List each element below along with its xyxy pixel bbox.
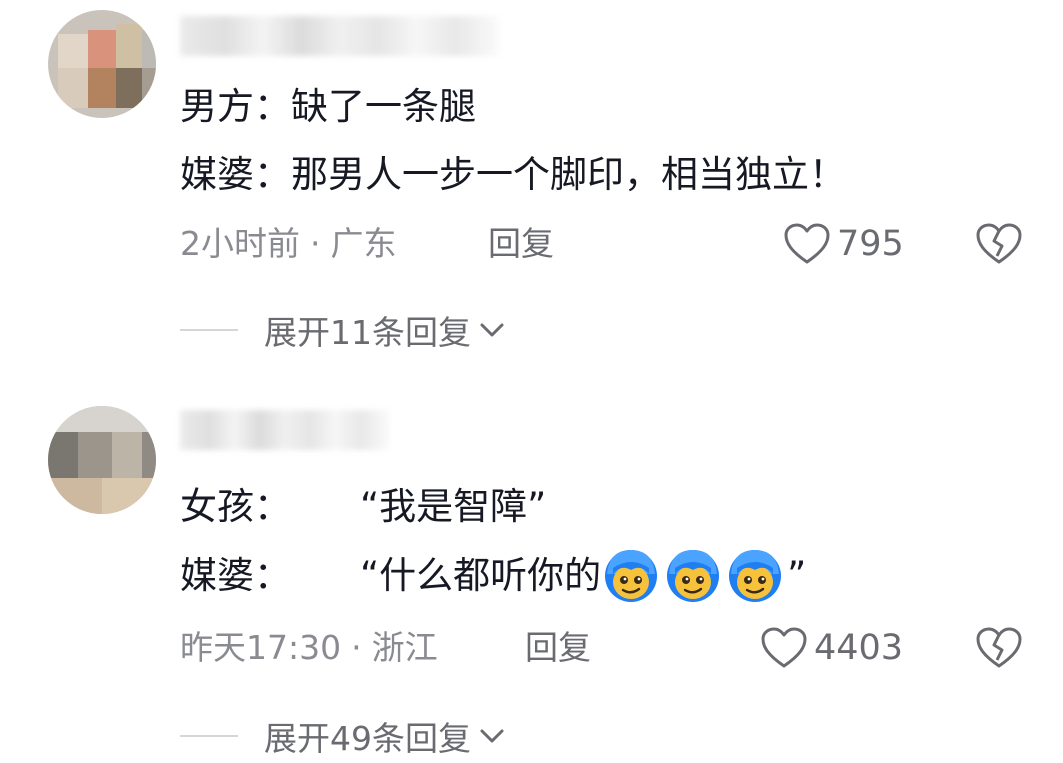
avatar[interactable] <box>48 406 156 514</box>
comment-item: 男方：缺了一条腿 媒婆：那男人一步一个脚印，相当独立！ 2小时前 · 广东 回复 7… <box>0 0 1063 380</box>
location: 广东 <box>330 224 397 263</box>
speaker-label: 媒婆： <box>180 153 291 196</box>
meta-separator: · <box>310 224 321 263</box>
like-count: 795 <box>837 224 904 264</box>
like-button[interactable]: 4403 <box>760 626 903 670</box>
speaker-label: 女孩： <box>180 485 291 528</box>
meta-separator: · <box>351 628 362 667</box>
comment-item: 女孩： “我是智障” 媒婆： “什么都听你的 ” 昨天17:30 · 浙江 回复 4403… <box>0 390 1063 763</box>
speaker-label: 男方： <box>180 85 291 128</box>
comment-line: 男方：缺了一条腿 <box>180 82 476 132</box>
comment-text: 缺了一条腿 <box>291 85 476 128</box>
smirk-emoji-icon <box>605 549 658 602</box>
smirk-emoji-icon <box>729 549 782 602</box>
comment-text: 那男人一步一个脚印，相当独立！ <box>291 153 846 196</box>
divider-dash <box>180 735 238 737</box>
comment-text: “什么都听你的 <box>360 554 602 597</box>
like-button[interactable]: 795 <box>783 222 904 266</box>
expand-replies-button[interactable]: 展开11条回复 <box>180 308 505 352</box>
comment-line: 媒婆： “什么都听你的 ” <box>180 546 806 606</box>
username-blurred[interactable] <box>180 16 500 56</box>
expand-replies-label: 展开11条回复 <box>264 313 471 352</box>
expand-replies-button[interactable]: 展开49条回复 <box>180 714 505 758</box>
chevron-down-icon <box>480 729 504 743</box>
closing-quote: ” <box>787 554 807 597</box>
comment-line: 女孩： “我是智障” <box>180 482 546 532</box>
reply-button[interactable]: 回复 <box>525 626 591 670</box>
like-count: 4403 <box>814 628 904 668</box>
comment-meta: 昨天17:30 · 浙江 <box>180 626 438 670</box>
broken-heart-icon[interactable] <box>975 222 1023 266</box>
smirk-emoji-icon <box>667 549 720 602</box>
comment-meta: 2小时前 · 广东 <box>180 222 397 266</box>
avatar[interactable] <box>48 10 156 118</box>
timestamp: 2小时前 <box>180 224 300 263</box>
emoji-row <box>601 549 787 602</box>
broken-heart-icon[interactable] <box>975 626 1023 670</box>
reply-button[interactable]: 回复 <box>488 222 554 266</box>
timestamp: 昨天17:30 <box>180 628 342 667</box>
location: 浙江 <box>371 628 438 667</box>
comment-line: 媒婆：那男人一步一个脚印，相当独立！ <box>180 150 846 200</box>
username-blurred[interactable] <box>180 410 390 450</box>
heart-outline-icon <box>784 223 830 264</box>
speaker-label: 媒婆： <box>180 554 291 597</box>
expand-replies-label: 展开49条回复 <box>264 719 471 758</box>
heart-outline-icon <box>761 627 807 668</box>
divider-dash <box>180 329 238 331</box>
chevron-down-icon <box>480 323 504 337</box>
comment-text: “我是智障” <box>360 485 547 528</box>
